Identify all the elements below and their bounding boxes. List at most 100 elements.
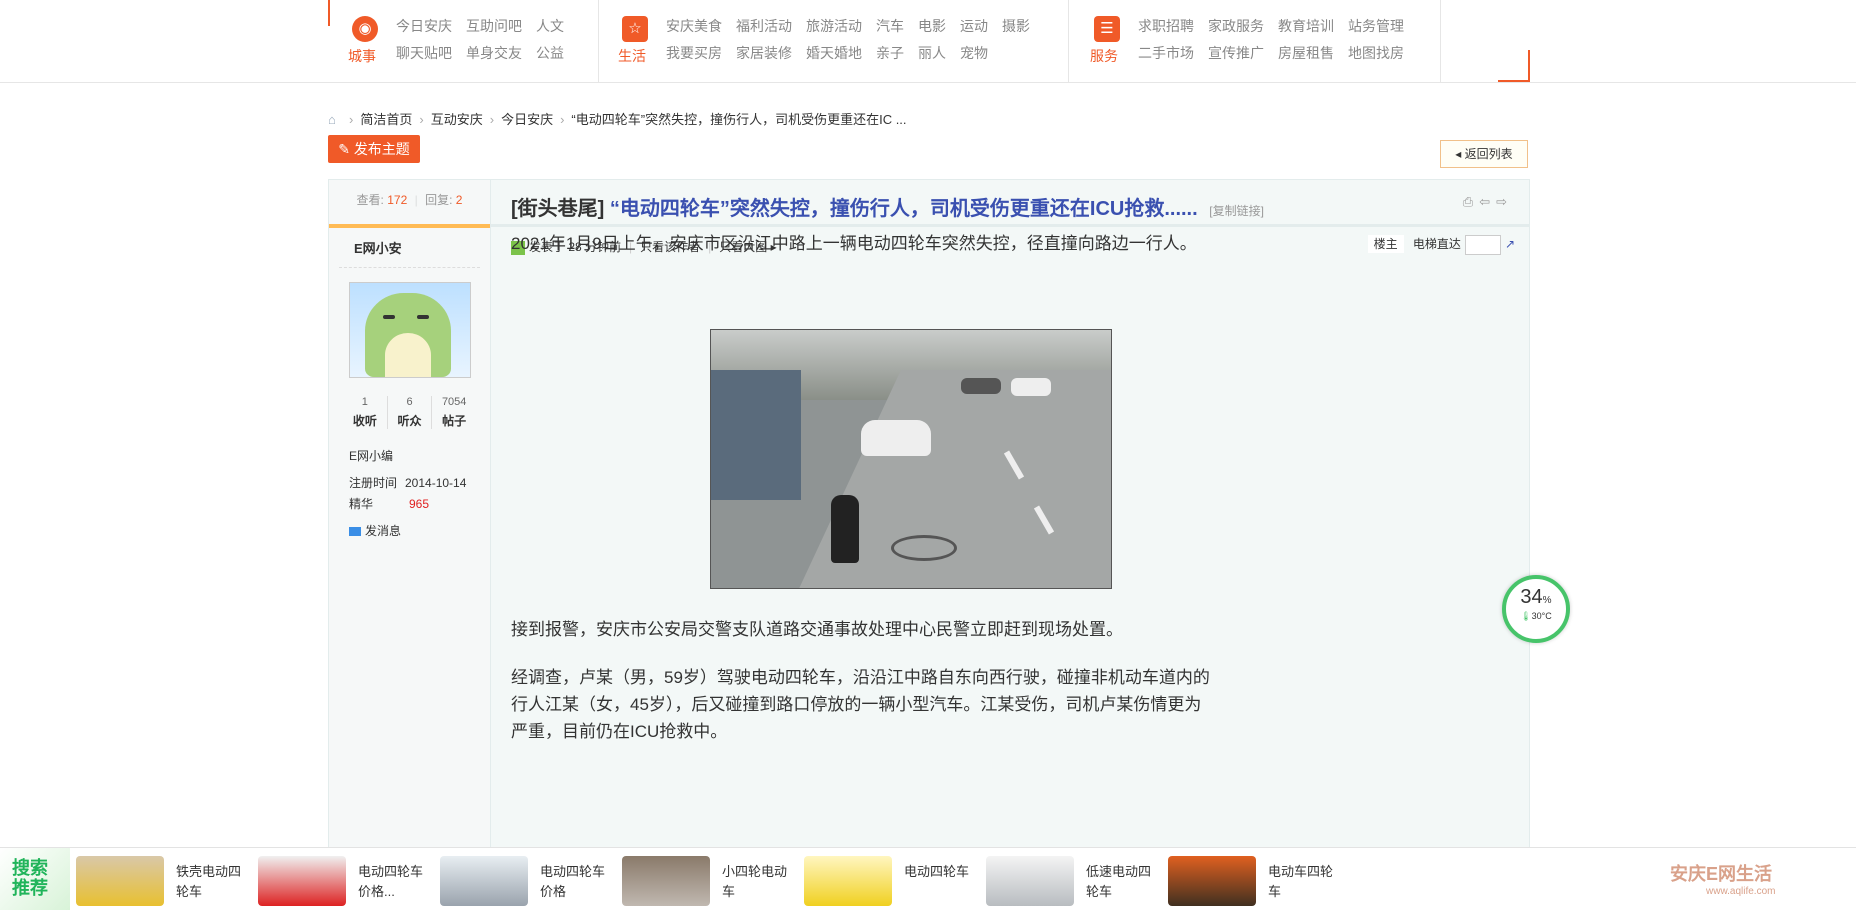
weather-percent: 34 xyxy=(1520,586,1543,608)
nav-group-city: ◉ 城事 今日安庆 互助问吧 人文 聊天贴吧 单身交友 公益 xyxy=(328,0,598,82)
top-nav: ◉ 城事 今日安庆 互助问吧 人文 聊天贴吧 单身交友 公益 ☆ 生活 安庆美食 福利活动旅… xyxy=(0,0,1856,83)
nav-category-life[interactable]: 生活 xyxy=(618,46,646,66)
nav-link[interactable]: 站务管理 xyxy=(1348,17,1404,44)
back-to-list-button[interactable]: ◂ 返回列表 xyxy=(1440,140,1528,168)
weather-percent-unit: % xyxy=(1542,595,1552,606)
reg-date: 2014-10-14 xyxy=(405,476,467,490)
views-count: 172 xyxy=(387,193,408,207)
send-message-link[interactable]: 发消息 xyxy=(349,522,490,539)
posts-label[interactable]: 帖子 xyxy=(432,412,476,429)
site-logo: 安庆E网生活 www.aqlife.com xyxy=(1670,860,1775,897)
nav-link[interactable]: 摄影 xyxy=(1002,17,1030,44)
nav-link[interactable]: 房屋租售 xyxy=(1278,44,1334,71)
accident-photo[interactable] xyxy=(710,329,1112,589)
nav-link[interactable]: 宣传推广 xyxy=(1208,44,1264,71)
title-tools: ⎙⇦⇨ xyxy=(1463,194,1513,210)
nav-link[interactable]: 单身交友 xyxy=(466,44,522,71)
digest-label: 精华 xyxy=(349,497,374,511)
author-role: E网小编 xyxy=(349,449,394,463)
nav-divider xyxy=(1068,0,1069,82)
nav-category-service[interactable]: 服务 xyxy=(1090,46,1118,66)
envelope-icon xyxy=(349,527,361,537)
breadcrumb-current: “电动四轮车”突然失控，撞伤行人，司机受伤更重还在IC ... xyxy=(571,112,907,127)
nav-group-life: ☆ 生活 安庆美食 福利活动 旅游活动 汽车 电影 运动 摄影我要买房 家居装修 婚天婚地 亲子丽… xyxy=(598,0,1068,82)
post-content: [街头巷尾] “电动四轮车”突然失控，撞伤行人，司机受伤更重还在ICU抢救...… xyxy=(491,180,1529,850)
post-topic-button[interactable]: ✎ 发布主题 xyxy=(328,135,420,163)
recommend-item-label: 电动四轮车价格... xyxy=(358,864,424,899)
thread-stats: 查看: 172 | 回复: 2 xyxy=(329,180,490,228)
nav-link[interactable]: 家政服务 xyxy=(1208,17,1264,44)
nav-link[interactable]: 福利活动 xyxy=(736,17,792,44)
fans-count: 6 xyxy=(406,396,413,408)
recommend-item-label: 电动车四轮车 xyxy=(1268,864,1334,899)
thread-title: [街头巷尾] “电动四轮车”突然失控，撞伤行人，司机受伤更重还在ICU抢救...… xyxy=(511,192,1264,221)
nav-link[interactable]: 汽车 xyxy=(876,17,904,44)
nav-link[interactable]: 安庆美食 xyxy=(666,17,722,44)
elevator-label: 电梯直达 xyxy=(1412,237,1461,252)
logo-url: www.aqlife.com xyxy=(1706,886,1776,897)
nav-link[interactable]: 宠物 xyxy=(960,44,988,71)
nav-link[interactable]: 我要买房 xyxy=(666,44,722,71)
weather-widget[interactable]: 34% 🌡30°C xyxy=(1502,575,1570,643)
thread-title-text: “电动四轮车”突然失控，撞伤行人，司机受伤更重还在ICU抢救...... xyxy=(609,198,1198,220)
breadcrumb-item[interactable]: 互动安庆 xyxy=(431,112,483,127)
copy-link-button[interactable]: [复制链接] xyxy=(1209,204,1264,218)
reg-label: 注册时间 xyxy=(349,476,398,490)
post-paragraph: 2021年1月9日上午，安庆市区沿江中路上一辆电动四轮车突然失控，径直撞向路边一… xyxy=(511,234,1197,253)
thread-tag[interactable]: [街头巷尾] xyxy=(511,198,604,220)
floor-input[interactable] xyxy=(1464,235,1501,255)
nav-link[interactable]: 丽人 xyxy=(918,44,946,71)
nav-link[interactable]: 二手市场 xyxy=(1138,44,1194,71)
breadcrumb: ⌂ › 简洁首页 › 互动安庆 › 今日安庆 › “电动四轮车”突然失控，撞伤行人，司机受伤更重… xyxy=(328,110,907,127)
nav-link[interactable]: 今日安庆 xyxy=(396,17,452,44)
breadcrumb-item[interactable]: 今日安庆 xyxy=(501,112,553,127)
avatar[interactable] xyxy=(348,282,471,378)
views-label: 查看: xyxy=(356,193,384,207)
nav-corner-accent xyxy=(1498,50,1530,82)
recommend-item-label: 小四轮电动车 xyxy=(722,864,788,899)
pencil-icon: ✎ xyxy=(338,141,350,157)
replies-label: 回复: xyxy=(425,193,453,207)
nav-link[interactable]: 亲子 xyxy=(876,44,904,71)
logo-text: 安庆E网生活 xyxy=(1670,864,1773,884)
prev-thread-icon[interactable]: ⇦ xyxy=(1479,194,1496,209)
nav-divider xyxy=(1440,0,1441,82)
nav-link[interactable]: 人文 xyxy=(536,17,564,44)
fans-label[interactable]: 听众 xyxy=(388,412,432,429)
nav-link[interactable]: 教育培训 xyxy=(1278,17,1334,44)
nav-link[interactable]: 互助问吧 xyxy=(466,17,522,44)
nav-link[interactable]: 旅游活动 xyxy=(806,17,862,44)
nav-link[interactable]: 地图找房 xyxy=(1348,44,1404,71)
recommend-item-label: 铁壳电动四轮车 xyxy=(176,864,242,899)
title-bar: [街头巷尾] “电动四轮车”突然失控，撞伤行人，司机受伤更重还在ICU抢救...… xyxy=(491,180,1529,227)
author-name[interactable]: E网小安 xyxy=(339,228,480,268)
collect-count: 1 xyxy=(361,396,368,408)
nav-category-city[interactable]: 城事 xyxy=(348,46,376,66)
next-thread-icon[interactable]: ⇨ xyxy=(1496,194,1513,209)
thread-container: 查看: 172 | 回复: 2 E网小安 1 收听 6 听众 7054 帖子 E网小编… xyxy=(328,179,1530,851)
collect-label[interactable]: 收听 xyxy=(343,412,387,429)
back-to-list-label: 返回列表 xyxy=(1464,147,1513,161)
nav-link[interactable]: 运动 xyxy=(960,17,988,44)
home-icon[interactable]: ⌂ xyxy=(328,110,342,127)
search-recommend-label: 搜索推荐 xyxy=(0,848,70,910)
nav-link[interactable]: 婚天婚地 xyxy=(806,44,862,71)
nav-link[interactable]: 家居装修 xyxy=(736,44,792,71)
go-icon[interactable]: ↗ xyxy=(1505,237,1515,251)
nav-link[interactable]: 公益 xyxy=(536,44,564,71)
print-icon[interactable]: ⎙ xyxy=(1463,194,1479,209)
search-recommend-text: 搜索推荐 xyxy=(12,858,48,898)
post-paragraph: 经调查，卢某（男，59岁）驾驶电动四轮车，沿沿江中路自东向西行驶，碰撞非机动车道… xyxy=(511,668,1210,741)
nav-link[interactable]: 求职招聘 xyxy=(1138,17,1194,44)
breadcrumb-item[interactable]: 简洁首页 xyxy=(360,112,412,127)
send-message-label: 发消息 xyxy=(365,524,402,538)
list-icon: ☰ xyxy=(1094,16,1120,42)
star-icon: ☆ xyxy=(622,16,648,42)
digest-count: 965 xyxy=(409,497,430,511)
post-topic-label: 发布主题 xyxy=(353,141,410,157)
post-paragraph: 接到报警，安庆市公安局交警支队道路交通事故处理中心民警立即赶到现场处置。 xyxy=(511,620,1123,639)
recommend-item-label: 电动四轮车价格 xyxy=(540,864,606,899)
nav-link[interactable]: 电影 xyxy=(918,17,946,44)
nav-link[interactable]: 聊天贴吧 xyxy=(396,44,452,71)
bottom-recommend-bar: 搜索推荐 铁壳电动四轮车 电动四轮车价格... 电动四轮车价格 小四轮电动车 电… xyxy=(0,847,1856,910)
